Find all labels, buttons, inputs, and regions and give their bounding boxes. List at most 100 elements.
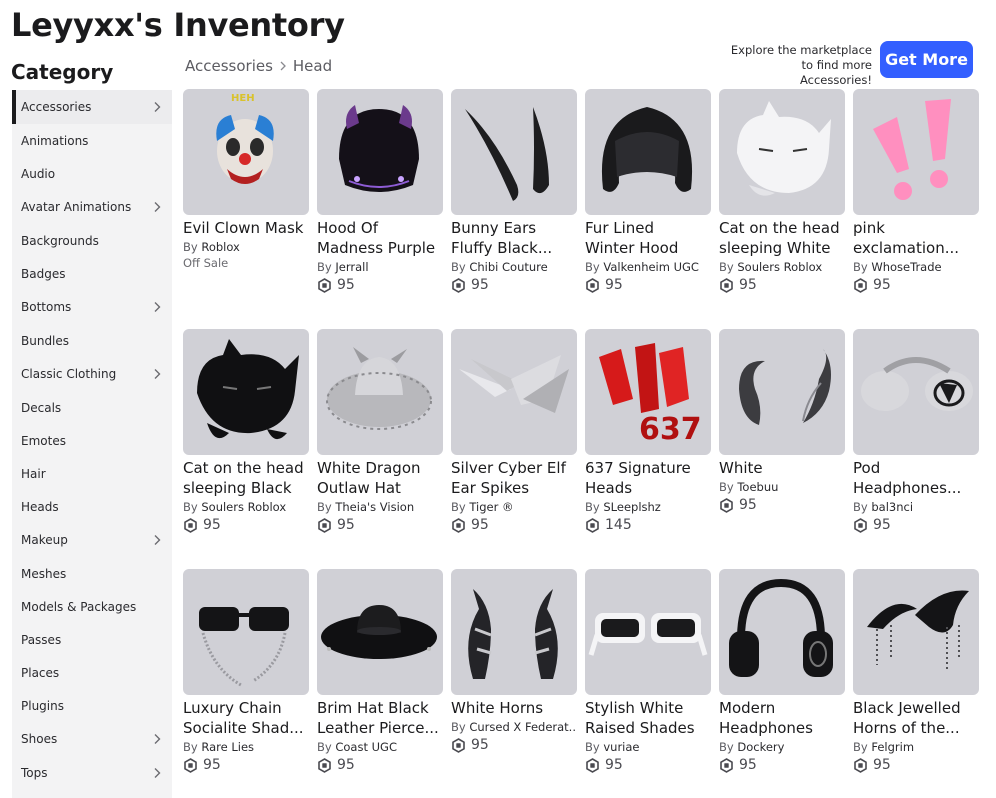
sidebar-item[interactable]: Emotes [12,424,172,458]
creator-name[interactable]: Rare Lies [201,740,254,754]
item-card[interactable]: Stylish White Raised Shades By vuriae 95 [585,569,711,773]
item-card[interactable]: Fur Lined Winter Hood By Valkenheim UGC 95 [585,89,711,293]
item-card[interactable]: Black Jewelled Horns of the... By Felgrim 9… [853,569,979,773]
item-thumbnail[interactable] [317,329,443,455]
item-name[interactable]: White Dragon Outlaw Hat [317,458,443,498]
item-thumbnail[interactable] [853,89,979,215]
item-name[interactable]: White Horns [451,698,577,718]
item-card[interactable]: 637 637 Signature Heads By SLeeplshz 145 [585,329,711,533]
creator-name[interactable]: Dockery [737,740,784,754]
item-name[interactable]: Fur Lined Winter Hood [585,218,711,258]
creator-name[interactable]: Tiger ® [469,500,513,514]
item-name[interactable]: Modern Headphones [719,698,845,738]
sidebar-item[interactable]: Passes [12,623,172,657]
sidebar-item[interactable]: Animations [12,124,172,158]
item-thumbnail[interactable] [183,329,309,455]
sidebar-item[interactable]: Hair [12,457,172,491]
breadcrumb-parent[interactable]: Accessories [185,57,273,75]
item-name-line1: Cat on the head [183,459,304,477]
item-name[interactable]: Brim Hat Black Leather Pierce... [317,698,443,738]
sidebar-item[interactable]: Places [12,656,172,690]
creator-name[interactable]: Coast UGC [335,740,397,754]
item-thumbnail[interactable] [719,89,845,215]
item-card[interactable]: Cat on the head sleeping White By Soulers … [719,89,845,293]
get-more-button[interactable]: Get More [880,41,973,78]
item-thumbnail[interactable]: HEH [183,89,309,215]
creator-name[interactable]: Jerrall [335,260,368,274]
creator-name[interactable]: Roblox [201,240,240,254]
item-price: 95 [183,757,309,773]
item-thumbnail[interactable] [585,569,711,695]
item-thumbnail[interactable] [719,569,845,695]
item-card[interactable]: Hood Of Madness Purple By Jerrall 95 [317,89,443,293]
item-card[interactable]: Cat on the head sleeping Black By Soulers … [183,329,309,533]
creator-name[interactable]: Felgrim [871,740,914,754]
sidebar-item[interactable]: Shoes [12,722,172,756]
price-value: 95 [873,277,891,293]
creator-name[interactable]: Chibi Couture [469,260,547,274]
sidebar-item[interactable]: Models & Packages [12,590,172,624]
sidebar-item[interactable]: Avatar Animations [12,190,172,224]
item-card[interactable]: White Horns By Cursed X Federat... 95 [451,569,577,753]
item-card[interactable]: Luxury Chain Socialite Shad... By Rare Lie… [183,569,309,773]
item-name[interactable]: Bunny Ears Fluffy Black... [451,218,577,258]
sidebar-item[interactable]: Plugins [12,689,172,723]
item-thumbnail[interactable] [853,329,979,455]
item-name[interactable]: Luxury Chain Socialite Shad... [183,698,309,738]
item-name[interactable]: Evil Clown Mask [183,218,309,238]
item-name[interactable]: pink exclamation... [853,218,979,258]
item-card[interactable]: HEH Evil Clown Mask By Roblox Off Sale [183,89,309,270]
item-name[interactable]: Cat on the head sleeping Black [183,458,309,498]
creator-name[interactable]: SLeeplshz [603,500,660,514]
item-name[interactable]: Stylish White Raised Shades [585,698,711,738]
item-name[interactable]: Silver Cyber Elf Ear Spikes [451,458,577,498]
item-card[interactable]: pink exclamation... By WhoseTrade 95 [853,89,979,293]
creator-name[interactable]: bal3nci [871,500,913,514]
item-name[interactable]: Black Jewelled Horns of the... [853,698,979,738]
item-card[interactable]: Modern Headphones By Dockery 95 [719,569,845,773]
creator-name[interactable]: Theia's Vision [335,500,414,514]
item-name[interactable]: Hood Of Madness Purple [317,218,443,258]
item-name[interactable]: Cat on the head sleeping White [719,218,845,258]
item-thumbnail[interactable] [451,329,577,455]
sidebar-item[interactable]: Bottoms [12,290,172,324]
creator-name[interactable]: Toebuu [737,480,778,494]
creator-name[interactable]: Valkenheim UGC [603,260,699,274]
creator-name[interactable]: Soulers Roblox [201,500,286,514]
sidebar-item[interactable]: Classic Clothing [12,357,172,391]
sidebar-item[interactable]: Accessories [12,90,172,124]
sidebar-item[interactable]: Audio [12,157,172,191]
item-name[interactable]: White [719,458,845,478]
item-card[interactable]: White Dragon Outlaw Hat By Theia's Vision 9… [317,329,443,533]
item-card[interactable]: White By Toebuu 95 [719,329,845,513]
sidebar-item[interactable]: Heads [12,490,172,524]
sidebar-item[interactable]: Decals [12,391,172,425]
item-thumbnail[interactable] [317,89,443,215]
creator-name[interactable]: WhoseTrade [871,260,941,274]
item-card[interactable]: Bunny Ears Fluffy Black... By Chibi Coutur… [451,89,577,293]
creator-name[interactable]: vuriae [603,740,639,754]
item-thumbnail[interactable] [719,329,845,455]
item-card[interactable]: Pod Headphones... By bal3nci 95 [853,329,979,533]
creator-name[interactable]: Soulers Roblox [737,260,822,274]
sidebar-item[interactable]: Badges [12,257,172,291]
item-thumbnail[interactable] [317,569,443,695]
item-thumbnail[interactable] [585,89,711,215]
item-thumbnail[interactable] [183,569,309,695]
item-name[interactable]: Pod Headphones... [853,458,979,498]
breadcrumb-current: Head [292,57,333,75]
item-name[interactable]: 637 Signature Heads [585,458,711,498]
item-card[interactable]: Brim Hat Black Leather Pierce... By Coast … [317,569,443,773]
sidebar-item[interactable]: Backgrounds [12,224,172,258]
creator-name[interactable]: Cursed X Federat... [469,720,577,734]
item-thumbnail[interactable] [451,89,577,215]
sidebar-item[interactable]: Tops [12,756,172,790]
item-card[interactable]: Silver Cyber Elf Ear Spikes By Tiger ® 95 [451,329,577,533]
item-thumbnail[interactable] [451,569,577,695]
sidebar-item[interactable]: Makeup [12,523,172,557]
sidebar-item[interactable]: Meshes [12,557,172,591]
item-thumbnail[interactable] [853,569,979,695]
svg-text:HEH: HEH [231,93,255,104]
item-thumbnail[interactable]: 637 [585,329,711,455]
sidebar-item[interactable]: Bundles [12,324,172,358]
